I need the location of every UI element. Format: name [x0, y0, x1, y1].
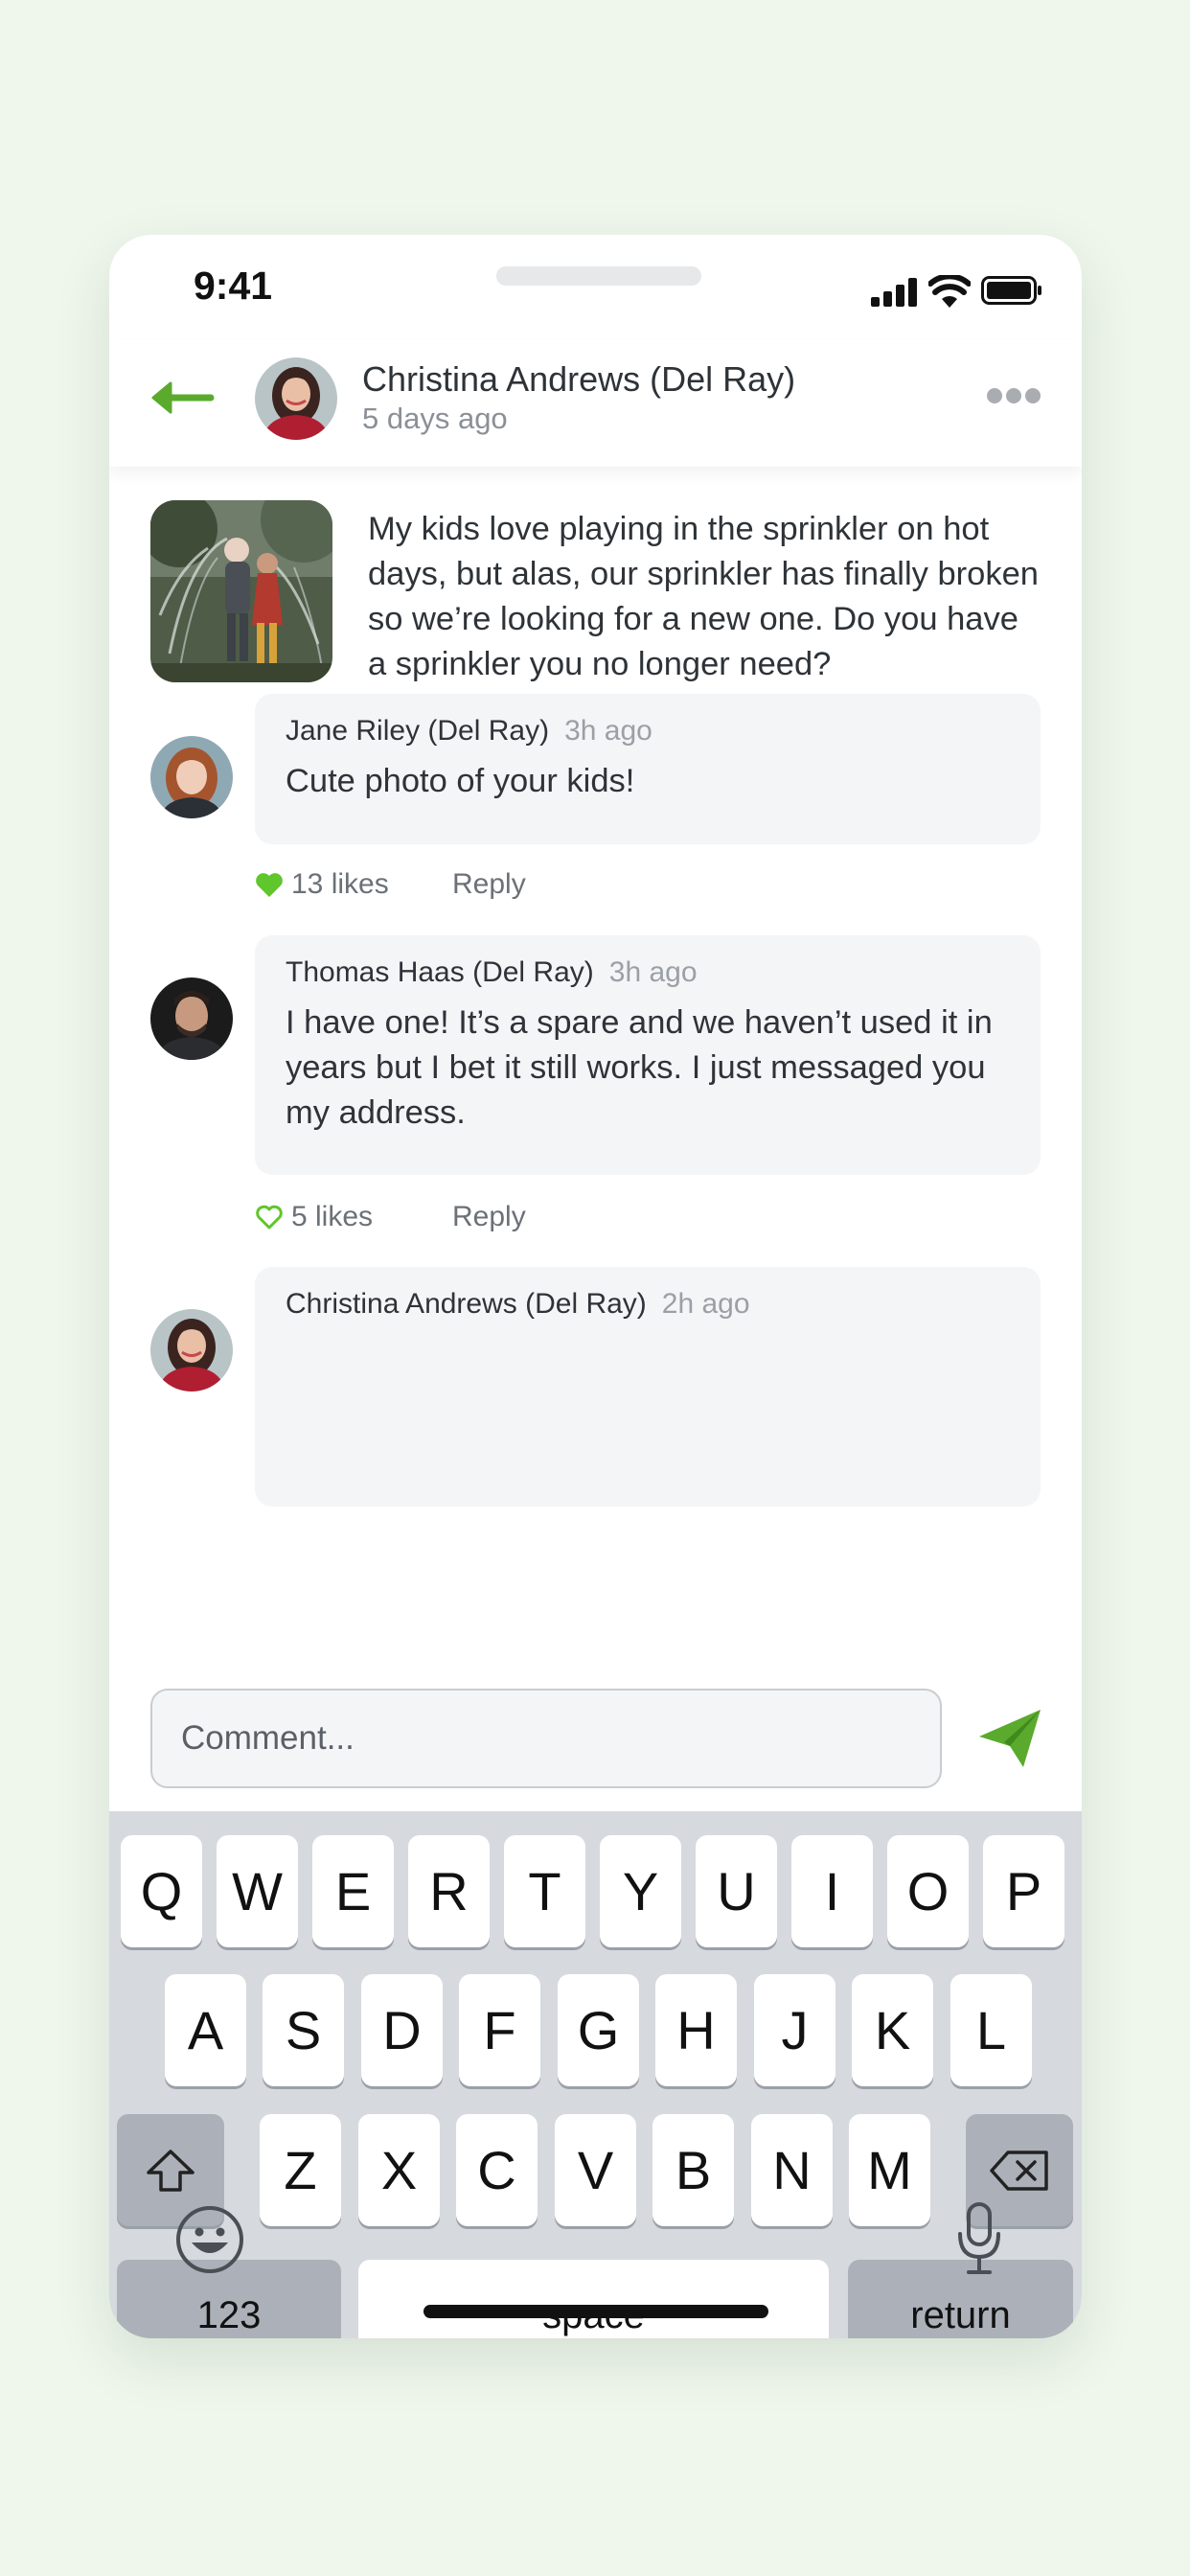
comment-composer: [109, 1668, 1082, 1811]
comment-input[interactable]: [150, 1689, 942, 1788]
like-count: 5 likes: [291, 1201, 374, 1232]
shift-arrow-icon: [147, 2149, 195, 2192]
key-x[interactable]: X: [358, 2114, 440, 2226]
battery-icon: [981, 276, 1041, 305]
key-j[interactable]: J: [754, 1974, 835, 2086]
microphone-icon[interactable]: [955, 2201, 1003, 2276]
status-time: 9:41: [194, 264, 273, 308]
key-v[interactable]: V: [555, 2114, 636, 2226]
commenter-name[interactable]: Christina Andrews (Del Ray) 2h ago: [286, 1288, 750, 1321]
key-q[interactable]: Q: [121, 1835, 202, 1947]
post-header: Christina Andrews (Del Ray) 5 days ago: [109, 340, 1082, 467]
key-g[interactable]: G: [558, 1974, 639, 2086]
key-r[interactable]: R: [408, 1835, 490, 1947]
emoji-icon[interactable]: [174, 2204, 245, 2275]
keyboard: Q W E R T Y U I O P A S D F G H J K L Z …: [109, 1811, 1082, 2338]
cellular-signal-icon: [871, 278, 917, 307]
key-e[interactable]: E: [312, 1835, 394, 1947]
back-arrow-icon[interactable]: [148, 379, 215, 417]
key-i[interactable]: I: [791, 1835, 873, 1947]
key-w[interactable]: W: [217, 1835, 298, 1947]
commenter-avatar[interactable]: [150, 736, 233, 818]
key-u[interactable]: U: [696, 1835, 777, 1947]
key-f[interactable]: F: [459, 1974, 540, 2086]
key-p[interactable]: P: [983, 1835, 1064, 1947]
more-options-icon[interactable]: [986, 385, 1041, 406]
comments-feed[interactable]: My kids love playing in the sprinkler on…: [109, 467, 1082, 1668]
post-body: My kids love playing in the sprinkler on…: [368, 511, 1039, 682]
reply-button[interactable]: Reply: [452, 868, 526, 901]
send-icon[interactable]: [977, 1708, 1042, 1769]
commenter-name[interactable]: Jane Riley (Del Ray) 3h ago: [286, 715, 652, 748]
key-h[interactable]: H: [655, 1974, 737, 2086]
comment-text: Cute photo of your kids!: [286, 763, 635, 799]
key-o[interactable]: O: [887, 1835, 969, 1947]
post-photo[interactable]: [150, 500, 332, 682]
phone-screen: 9:41 Christina Andrews (Del Ray) 5 days …: [109, 235, 1082, 2338]
commenter-avatar[interactable]: [150, 1309, 233, 1392]
speaker-notch: [496, 266, 701, 286]
key-y[interactable]: Y: [600, 1835, 681, 1947]
backspace-icon: [990, 2150, 1048, 2191]
like-button[interactable]: 5 likes: [255, 1201, 373, 1233]
key-z[interactable]: Z: [260, 2114, 341, 2226]
comment-time: 3h ago: [608, 956, 698, 988]
commenter-name[interactable]: Thomas Haas (Del Ray) 3h ago: [286, 956, 698, 989]
wifi-icon: [928, 275, 971, 308]
space-key[interactable]: space: [358, 2260, 829, 2338]
comment-time: 2h ago: [661, 1288, 750, 1320]
like-count: 13 likes: [291, 868, 389, 900]
comment-time: 3h ago: [564, 715, 652, 747]
heart-filled-icon: [256, 873, 283, 897]
post-timestamp: 5 days ago: [362, 402, 508, 435]
home-indicator[interactable]: [423, 2305, 768, 2318]
key-m[interactable]: M: [849, 2114, 930, 2226]
key-c[interactable]: C: [456, 2114, 538, 2226]
key-a[interactable]: A: [165, 1974, 246, 2086]
key-d[interactable]: D: [361, 1974, 443, 2086]
key-n[interactable]: N: [751, 2114, 833, 2226]
comment-bubble: Thomas Haas (Del Ray) 3h ago I have one! …: [255, 935, 1041, 1175]
comment-text: I have one! It’s a spare and we haven’t …: [286, 1004, 993, 1131]
key-t[interactable]: T: [504, 1835, 585, 1947]
camera-dot: [681, 266, 700, 286]
author-avatar[interactable]: [255, 357, 337, 440]
author-name[interactable]: Christina Andrews (Del Ray): [362, 359, 795, 400]
comment-bubble: Christina Andrews (Del Ray) 2h ago: [255, 1267, 1041, 1506]
heart-outline-icon: [256, 1205, 283, 1230]
like-button[interactable]: 13 likes: [255, 868, 389, 901]
key-b[interactable]: B: [652, 2114, 734, 2226]
key-s[interactable]: S: [263, 1974, 344, 2086]
comment-bubble: Jane Riley (Del Ray) 3h ago Cute photo of…: [255, 694, 1041, 844]
commenter-avatar[interactable]: [150, 978, 233, 1060]
key-l[interactable]: L: [950, 1974, 1032, 2086]
key-k[interactable]: K: [852, 1974, 933, 2086]
reply-button[interactable]: Reply: [452, 1201, 526, 1233]
